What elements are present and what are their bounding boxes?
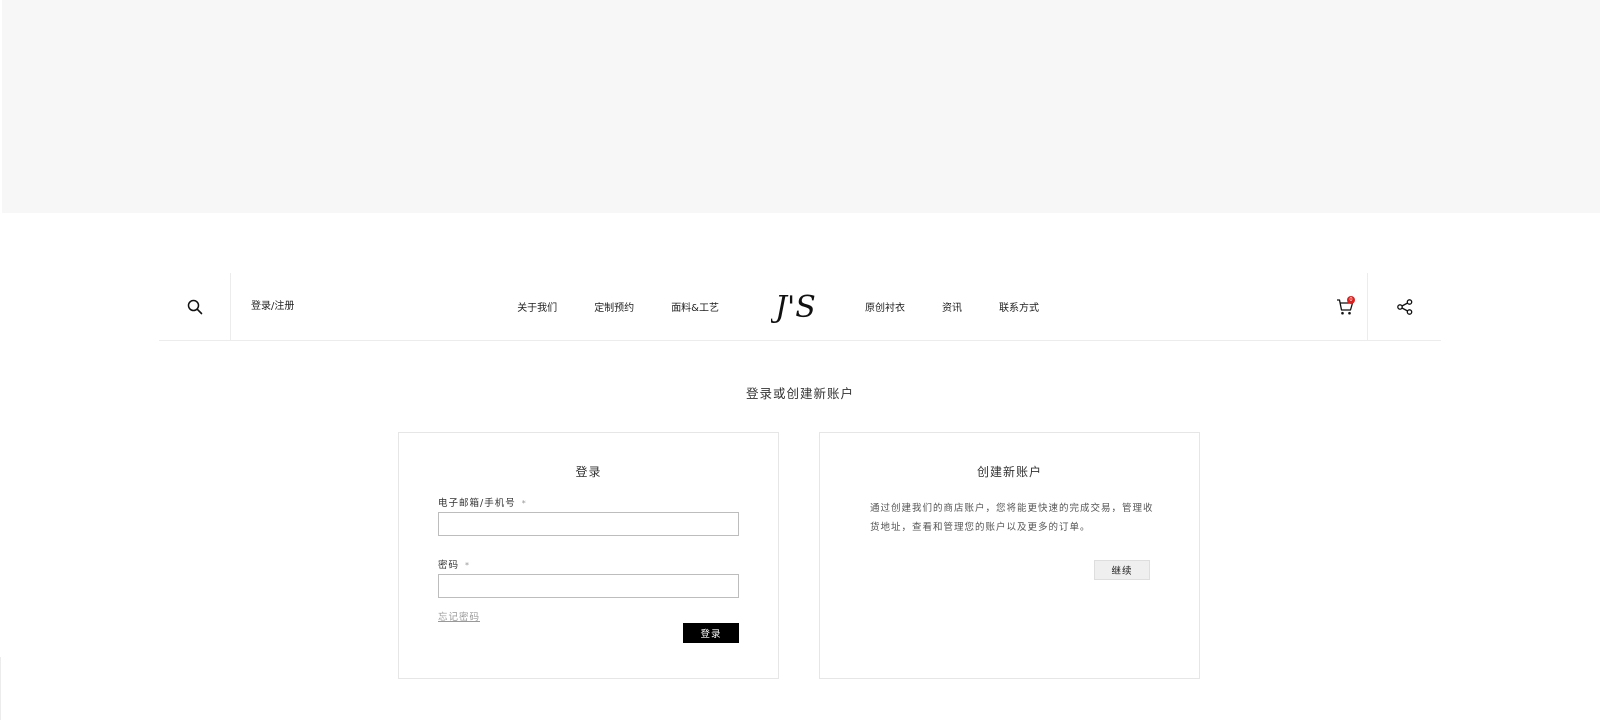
main-nav-right: 原创衬衣 资讯 联系方式 bbox=[865, 273, 1039, 340]
register-card: 创建新账户 通过创建我们的商店账户，您将能更快速的完成交易，管理收货地址，查看和… bbox=[819, 432, 1200, 679]
search-button[interactable] bbox=[159, 273, 231, 340]
cart-count-badge: 0 bbox=[1347, 296, 1355, 304]
login-card-title: 登录 bbox=[575, 465, 602, 479]
search-icon bbox=[187, 299, 202, 314]
required-mark: * bbox=[521, 499, 527, 508]
login-card: 登录 电子邮箱/手机号 * 密码 * 忘记密码 登录 bbox=[398, 432, 779, 679]
password-field-label: 密码 * bbox=[438, 557, 470, 571]
login-register-link[interactable]: 登录/注册 bbox=[251, 273, 294, 340]
nav-item-about[interactable]: 关于我们 bbox=[517, 299, 557, 314]
site-header: 登录/注册 关于我们 定制预约 面料&工艺 J'S 原创衬衣 资讯 联系方式 0 bbox=[159, 273, 1441, 341]
email-label-text: 电子邮箱/手机号 bbox=[438, 498, 516, 509]
share-button[interactable] bbox=[1367, 273, 1441, 340]
password-label-text: 密码 bbox=[438, 560, 460, 571]
required-mark: * bbox=[465, 561, 471, 570]
continue-button[interactable]: 继续 bbox=[1094, 560, 1150, 580]
register-card-title: 创建新账户 bbox=[976, 465, 1042, 479]
register-description: 通过创建我们的商店账户，您将能更快速的完成交易，管理收货地址，查看和管理您的账户… bbox=[870, 503, 1154, 533]
cart-button[interactable]: 0 bbox=[1321, 273, 1369, 340]
nav-item-shirts[interactable]: 原创衬衣 bbox=[865, 299, 905, 314]
brand-logo[interactable]: J'S bbox=[771, 285, 833, 329]
hero-banner bbox=[2, 0, 1600, 213]
email-field-label: 电子邮箱/手机号 * bbox=[438, 495, 527, 509]
nav-item-booking[interactable]: 定制预约 bbox=[594, 299, 634, 314]
nav-item-contact[interactable]: 联系方式 bbox=[999, 299, 1039, 314]
share-icon bbox=[1396, 298, 1412, 315]
edge-divider bbox=[0, 657, 1, 720]
email-input[interactable] bbox=[438, 512, 739, 536]
password-input[interactable] bbox=[438, 574, 739, 598]
page-title: 登录或创建新账户 bbox=[745, 386, 854, 401]
main-nav-left: 关于我们 定制预约 面料&工艺 bbox=[517, 273, 719, 340]
svg-text:J'S: J'S bbox=[771, 290, 816, 325]
nav-item-fabric[interactable]: 面料&工艺 bbox=[671, 299, 719, 314]
login-button[interactable]: 登录 bbox=[683, 623, 739, 643]
forgot-password-link[interactable]: 忘记密码 bbox=[438, 609, 480, 623]
nav-item-news[interactable]: 资讯 bbox=[942, 299, 962, 314]
